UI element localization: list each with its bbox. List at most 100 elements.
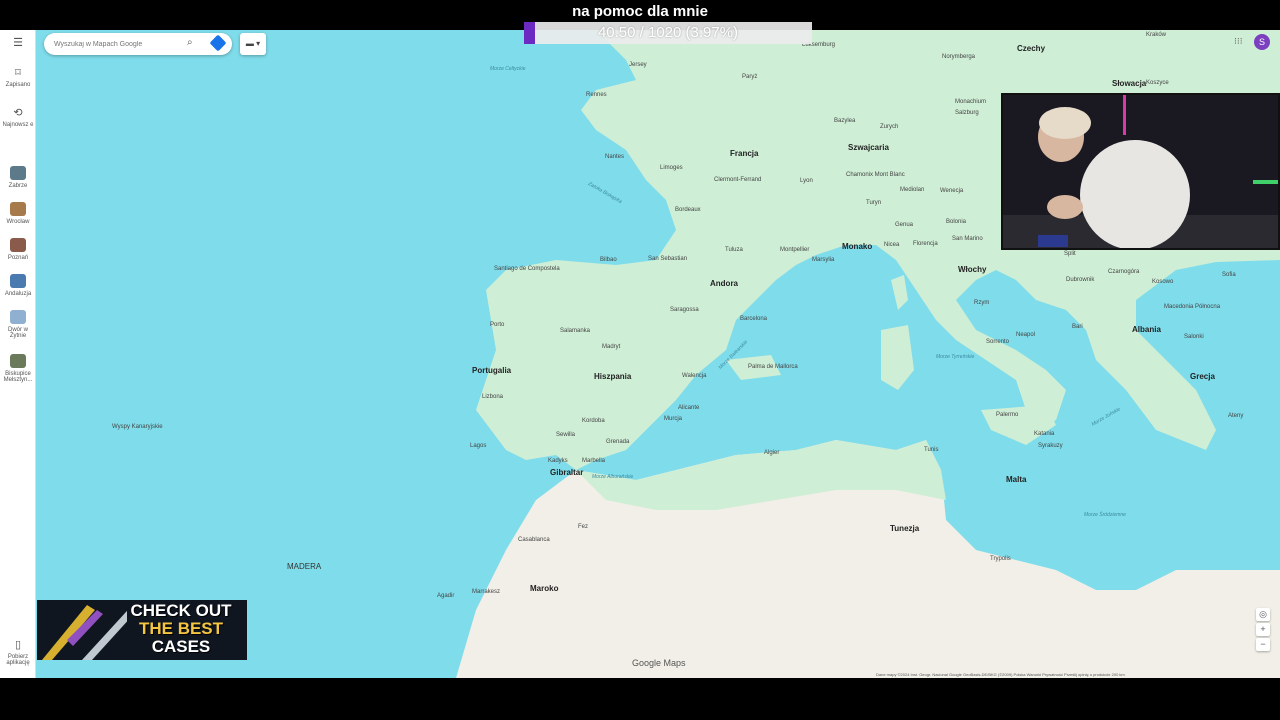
recent-button[interactable]: ⟲ Najnowsz e [0, 106, 36, 128]
city-label[interactable]: Tuluza [725, 247, 743, 253]
city-label[interactable]: Wyspy Kanaryjskie [112, 424, 163, 430]
country-label[interactable]: Słowacja [1112, 79, 1146, 88]
city-label[interactable]: Monachium [955, 99, 986, 105]
country-label[interactable]: Portugalia [472, 366, 511, 375]
city-label[interactable]: Katania [1034, 431, 1054, 437]
city-label[interactable]: Norymberga [942, 54, 975, 60]
country-label[interactable]: Albania [1132, 325, 1161, 334]
rail-item-wroclaw[interactable]: Wrocław [0, 202, 36, 225]
city-label[interactable]: Ateny [1228, 413, 1243, 419]
city-label[interactable]: Marrakesz [472, 589, 500, 595]
rail-item-zabrze[interactable]: Zabrze [0, 166, 36, 189]
city-label[interactable]: Rennes [586, 92, 607, 98]
city-label[interactable]: Turyn [866, 200, 881, 206]
city-label[interactable]: Paryż [742, 74, 757, 80]
city-label[interactable]: Bilbao [600, 257, 617, 263]
country-label[interactable]: Czechy [1017, 44, 1045, 53]
city-label[interactable]: Sorrento [986, 339, 1009, 345]
country-label[interactable]: Hiszpania [594, 372, 631, 381]
country-label[interactable]: Andora [710, 279, 738, 288]
city-label[interactable]: Limoges [660, 165, 683, 171]
city-label[interactable]: Marsylia [812, 257, 834, 263]
country-label[interactable]: Maroko [530, 584, 558, 593]
city-label[interactable]: Lyon [800, 178, 813, 184]
apps-grid-icon[interactable]: ⁝⁝⁝ [1234, 36, 1243, 47]
rail-item-dwor[interactable]: Dwór w Żytnie [0, 310, 36, 339]
city-label[interactable]: Bolonia [946, 219, 966, 225]
city-label[interactable]: Casablanca [518, 537, 550, 543]
menu-button[interactable]: ☰ [0, 36, 36, 52]
city-label[interactable]: Santiago de Compostela [494, 266, 560, 272]
city-label[interactable]: Kordoba [582, 418, 605, 424]
search-input[interactable] [54, 33, 184, 55]
city-label[interactable]: Lagos [470, 443, 486, 449]
map-attribution[interactable]: Dane mapy ©2024 Inst. Geogr. Nacional Go… [876, 672, 1125, 677]
city-label[interactable]: Nantes [605, 154, 624, 160]
city-label[interactable]: Salonki [1184, 334, 1204, 340]
city-label[interactable]: Syrakuzy [1038, 443, 1063, 449]
city-label[interactable]: Agadir [437, 593, 454, 599]
saved-button[interactable]: ⌑ Zapisano [0, 66, 36, 88]
country-label[interactable]: Szwajcaria [848, 143, 889, 152]
city-label[interactable]: Chamonix Mont Blanc [846, 172, 905, 178]
country-label[interactable]: Gibraltar [550, 468, 583, 477]
country-label[interactable]: Macedonia Północna [1164, 304, 1220, 310]
rail-item-andaluzja[interactable]: Andaluzja [0, 274, 36, 297]
country-label[interactable]: Tunezja [890, 524, 919, 533]
city-label[interactable]: Montpellier [780, 247, 809, 253]
city-label[interactable]: Zurych [880, 124, 898, 130]
country-label[interactable]: Grecja [1190, 372, 1215, 381]
city-label[interactable]: Walencja [682, 373, 706, 379]
zoom-in-button[interactable]: + [1256, 623, 1270, 636]
city-label[interactable]: Algier [764, 450, 779, 456]
city-label[interactable]: Tunis [924, 447, 938, 453]
get-app-button[interactable]: ▯ Pobierz aplikację [0, 638, 36, 666]
city-label[interactable]: Salamanka [560, 328, 590, 334]
my-location-button[interactable]: ◎ [1256, 608, 1270, 621]
city-label[interactable]: Genua [895, 222, 913, 228]
city-label[interactable]: Fez [578, 524, 588, 530]
zoom-out-button[interactable]: − [1256, 638, 1270, 651]
city-label[interactable]: Sewilla [556, 432, 575, 438]
city-label[interactable]: Lizbona [482, 394, 503, 400]
search-icon[interactable]: ⌕ [187, 37, 193, 48]
city-label[interactable]: Bordeaux [675, 207, 701, 213]
island-label[interactable]: MADERA [287, 562, 321, 571]
country-label[interactable]: Kosowo [1152, 279, 1173, 285]
city-label[interactable]: Marbella [582, 458, 605, 464]
city-label[interactable]: Barcelona [740, 316, 767, 322]
city-label[interactable]: Porto [490, 322, 504, 328]
city-label[interactable]: Palermo [996, 412, 1018, 418]
search-box[interactable]: ⌕ [44, 33, 232, 55]
city-label[interactable]: Split [1064, 251, 1076, 257]
city-label[interactable]: Murcja [664, 416, 682, 422]
city-label[interactable]: Grenada [606, 439, 629, 445]
rail-item-biskupice[interactable]: Biskupice Mełsztyn... [0, 354, 36, 383]
city-label[interactable]: Alicante [678, 405, 699, 411]
city-label[interactable]: Palma de Mallorca [748, 364, 798, 370]
city-label[interactable]: Kraków [1146, 32, 1166, 38]
city-label[interactable]: Saragossa [670, 307, 699, 313]
city-label[interactable]: Wenecja [940, 188, 963, 194]
layers-button[interactable]: ▬ ▾ [240, 33, 266, 55]
profile-avatar[interactable]: S [1254, 34, 1270, 50]
city-label[interactable]: Jersey [629, 62, 647, 68]
city-label[interactable]: Madryt [602, 344, 620, 350]
city-label[interactable]: Dubrownik [1066, 277, 1094, 283]
city-label[interactable]: Florencja [913, 241, 938, 247]
country-label[interactable]: Malta [1006, 475, 1026, 484]
city-label[interactable]: Koszyce [1146, 80, 1169, 86]
city-label[interactable]: Nicea [884, 242, 899, 248]
city-label[interactable]: Bari [1072, 324, 1083, 330]
city-label[interactable]: Salzburg [955, 110, 979, 116]
city-label[interactable]: San Marino [952, 236, 983, 242]
country-label[interactable]: Włochy [958, 265, 986, 274]
country-label[interactable]: Francja [730, 149, 758, 158]
country-label[interactable]: Monako [842, 242, 872, 251]
city-label[interactable]: Neapol [1016, 332, 1035, 338]
promo-banner[interactable]: CHECK OUT THE BEST CASES [37, 600, 247, 660]
city-label[interactable]: Clermont-Ferrand [714, 177, 761, 183]
city-label[interactable]: Sofia [1222, 272, 1236, 278]
city-label[interactable]: Rzym [974, 300, 989, 306]
directions-icon[interactable] [209, 34, 227, 52]
